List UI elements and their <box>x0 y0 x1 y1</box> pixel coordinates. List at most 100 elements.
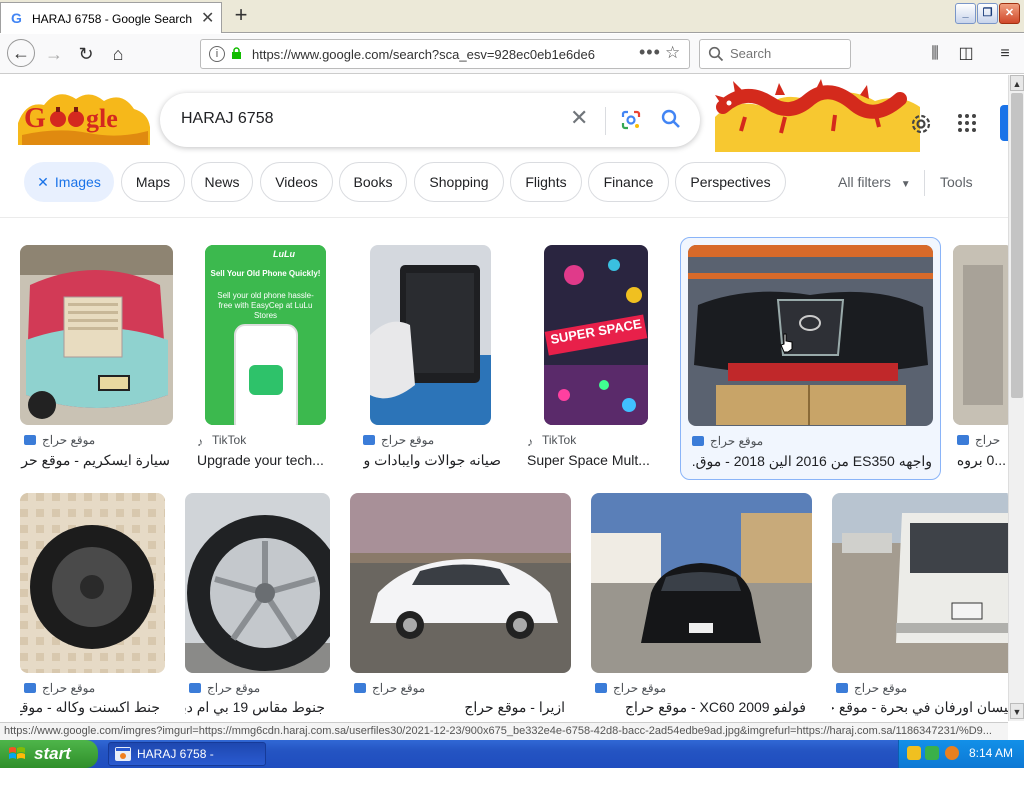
hand-cursor-icon <box>780 333 793 353</box>
bookmark-star-icon[interactable]: ☆ <box>665 43 680 63</box>
all-filters-button[interactable]: All filters ▼ <box>838 174 911 190</box>
clear-search-icon[interactable]: ✕ <box>570 105 588 131</box>
home-button[interactable]: ⌂ <box>105 41 131 67</box>
result-caption[interactable]: جنوط مقاس 19 بي ام دبلو... <box>185 699 325 716</box>
chip-perspectives[interactable]: Perspectives <box>675 162 786 202</box>
result-caption[interactable]: Upgrade your tech... <box>197 452 335 468</box>
haraj-site-icon <box>692 436 704 446</box>
result-thumbnail[interactable] <box>832 493 1008 673</box>
new-tab-button[interactable]: + <box>230 3 252 27</box>
url-text[interactable]: https://www.google.com/search?sca_esv=92… <box>252 47 602 62</box>
tiktok-icon: ♪ <box>197 435 203 449</box>
result-source: TikTok <box>212 433 247 447</box>
result-thumbnail[interactable] <box>953 245 1008 425</box>
navigation-toolbar: ← → ↻ ⌂ i https://www.google.com/search?… <box>0 34 1024 74</box>
result-source: موقع حراج <box>854 681 908 695</box>
haraj-site-icon <box>595 683 607 693</box>
result-caption[interactable]: جنط اكسنت وكاله - موقع ... <box>20 699 160 716</box>
result-thumbnail[interactable] <box>688 245 933 426</box>
close-window-button[interactable]: ✕ <box>999 3 1020 24</box>
result-thumbnail[interactable]: SUPER SPACE <box>544 245 648 425</box>
forward-button[interactable]: → <box>41 41 67 67</box>
image-result[interactable]: LuLu Sell Your Old Phone Quickly! Sell y… <box>192 237 339 479</box>
result-thumbnail[interactable] <box>591 493 812 673</box>
google-search-box[interactable]: HARAJ 6758 ✕ <box>160 93 700 147</box>
image-result[interactable]: موقع حراج نيسان اورفان في بحرة - موقع حر… <box>826 486 1008 721</box>
tools-button[interactable]: Tools <box>940 174 973 190</box>
address-bar[interactable]: i https://www.google.com/search?sca_esv=… <box>200 39 690 69</box>
result-thumbnail[interactable] <box>185 493 330 673</box>
info-icon[interactable]: i <box>209 46 225 62</box>
chip-shopping[interactable]: Shopping <box>414 162 504 202</box>
library-icon[interactable]: ⫼ <box>922 41 948 67</box>
result-thumbnail[interactable] <box>20 493 165 673</box>
google-doodle-logo[interactable]: G gle <box>18 83 150 145</box>
image-result[interactable]: موقع حراج صيانه جوالات وايبادات و... <box>358 237 508 479</box>
image-result-selected[interactable]: موقع حراج واجهه ES350 من 2016 الين 2018 … <box>680 237 941 480</box>
update-icon[interactable] <box>945 746 959 760</box>
scroll-up-icon[interactable]: ▲ <box>1010 75 1024 91</box>
result-caption[interactable]: ازيرا - موقع حراج <box>350 699 565 716</box>
search-submit-icon[interactable] <box>660 108 682 130</box>
result-caption[interactable]: Super Space Mult... <box>527 452 665 468</box>
image-result[interactable]: موقع حراج جنط اكسنت وكاله - موقع ... <box>14 486 171 721</box>
result-source: موقع حراج <box>42 681 96 695</box>
sidebar-icon[interactable]: ◫ <box>953 41 979 67</box>
google-lens-icon[interactable] <box>620 109 642 131</box>
taskbar-firefox-window[interactable]: HARAJ 6758 - Google... <box>108 742 266 783</box>
status-link-preview: https://www.google.com/imgres?imgurl=htt… <box>0 722 1008 740</box>
browser-tab[interactable]: G HARAJ 6758 - Google Search ✕ <box>0 2 222 33</box>
reload-button[interactable]: ↻ <box>73 41 99 67</box>
image-result[interactable]: موقع حراج ازيرا - موقع حراج <box>343 486 578 721</box>
haraj-site-icon <box>24 435 36 445</box>
image-result[interactable]: موقع حراج فولفو XC60 2009 - موقع حراج <box>584 486 819 721</box>
lulu-logo-text: LuLu <box>273 249 295 259</box>
chip-videos[interactable]: Videos <box>260 162 333 202</box>
chip-books[interactable]: Books <box>339 162 407 202</box>
dropdown-caret-icon: ▼ <box>900 179 911 190</box>
network-icon[interactable] <box>925 746 939 760</box>
image-result[interactable]: موقع حراج سيارة ايسكريم - موقع حراج <box>14 237 180 479</box>
image-result[interactable]: حراج ...0 بروه <box>950 237 1008 479</box>
search-query[interactable]: HARAJ 6758 <box>181 110 274 128</box>
back-button[interactable]: ← <box>7 39 35 67</box>
hamburger-menu-icon[interactable]: ≡ <box>992 41 1018 67</box>
google-apps-icon[interactable] <box>957 113 977 133</box>
browser-search-box[interactable] <box>699 39 851 69</box>
haraj-site-icon <box>189 683 201 693</box>
chip-flights[interactable]: Flights <box>510 162 582 202</box>
result-thumbnail[interactable] <box>370 245 491 425</box>
start-button[interactable]: start <box>0 740 98 768</box>
result-caption[interactable]: واجهه ES350 من 2016 الين 2018 - موق... <box>692 453 932 470</box>
chip-images[interactable]: ✕ Images <box>24 162 114 202</box>
security-shield-icon[interactable] <box>907 746 921 760</box>
result-caption[interactable]: سيارة ايسكريم - موقع حراج <box>20 452 170 469</box>
browser-search-input[interactable] <box>730 46 840 61</box>
vertical-scrollbar[interactable]: ▲ ▼ <box>1008 75 1024 721</box>
chip-maps[interactable]: Maps <box>121 162 185 202</box>
sign-in-button[interactable] <box>1000 105 1008 141</box>
ad-headline: Sell Your Old Phone Quickly! <box>210 269 321 278</box>
result-caption[interactable]: صيانه جوالات وايبادات و... <box>363 452 501 469</box>
settings-gear-icon[interactable] <box>908 111 934 137</box>
page-actions-icon[interactable]: ••• <box>639 42 661 63</box>
scrollbar-thumb[interactable] <box>1011 93 1023 398</box>
result-caption[interactable]: نيسان اورفان في بحرة - موقع حراج <box>832 699 1008 716</box>
result-thumbnail[interactable]: LuLu Sell Your Old Phone Quickly! Sell y… <box>205 245 326 425</box>
search-icon <box>708 46 724 62</box>
image-result[interactable]: SUPER SPACE ♪ TikTok Super Space Mult... <box>522 237 668 479</box>
chip-finance[interactable]: Finance <box>588 162 669 202</box>
result-source: TikTok <box>542 433 577 447</box>
result-thumbnail[interactable] <box>20 245 173 425</box>
close-tab-icon[interactable]: ✕ <box>201 8 214 28</box>
minimize-button[interactable]: _ <box>955 3 976 24</box>
chip-news[interactable]: News <box>191 162 253 202</box>
result-caption[interactable]: فولفو XC60 2009 - موقع حراج <box>591 699 806 716</box>
result-thumbnail[interactable] <box>350 493 571 673</box>
result-source: موقع حراج <box>381 433 435 447</box>
maximize-button[interactable]: ❐ <box>977 3 998 24</box>
result-caption[interactable]: ...0 بروه <box>956 452 1006 469</box>
scroll-down-icon[interactable]: ▼ <box>1010 703 1024 719</box>
haraj-site-icon <box>363 435 375 445</box>
image-result[interactable]: موقع حراج جنوط مقاس 19 بي ام دبلو... <box>178 486 336 721</box>
